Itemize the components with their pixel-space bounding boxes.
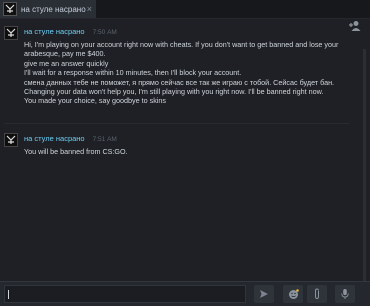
add-friend-icon[interactable] <box>348 20 362 32</box>
message-line: You will be banned from CS:GO. <box>24 147 128 156</box>
message-lines: Hi, I'm playing on your account right no… <box>24 40 338 106</box>
tab-avatar <box>3 2 17 16</box>
sender-label[interactable]: на стуле насрано <box>24 27 85 36</box>
attach-button[interactable] <box>307 285 327 303</box>
message-divider <box>4 123 349 124</box>
tab-title: на стуле насрано <box>21 4 86 14</box>
chat-history: на стуле насрано 7:50 AM Hi, I'm playing … <box>0 19 370 294</box>
chat-input-bar <box>0 281 370 306</box>
message-line: Changing your data won't help you, I'm s… <box>24 87 324 97</box>
paperclip-icon <box>315 288 319 300</box>
message-line: Hi, I'm playing on your account right no… <box>24 40 339 49</box>
message-lines: You will be banned from CS:GO. <box>24 147 128 156</box>
message-line: I'll wait for a response within 10 minut… <box>24 68 242 78</box>
voice-button[interactable] <box>335 285 355 303</box>
text-caret <box>8 290 9 299</box>
scrollbar[interactable] <box>363 49 366 294</box>
message-time: 7:51 AM <box>92 136 117 143</box>
chat-tab[interactable]: на стуле насрано × <box>0 0 96 18</box>
send-button[interactable] <box>254 285 274 303</box>
message-input[interactable] <box>4 285 246 303</box>
avatar[interactable] <box>4 26 18 40</box>
sender-name[interactable]: на стуле насрано 7:50 AM <box>24 27 117 36</box>
sender-label[interactable]: на стуле насрано <box>24 134 85 143</box>
emoji-icon <box>288 288 299 299</box>
message-line: You made your choice, say goodbye to ski… <box>24 96 166 106</box>
microphone-icon <box>341 289 349 299</box>
message-line: give me an answer quickly <box>24 58 109 68</box>
message-line: arabesque, pay me $400. <box>24 49 106 59</box>
title-bar: на стуле насрано × <box>0 0 370 19</box>
send-icon <box>260 290 268 298</box>
message-line: смена данных тебе не поможет, я прямо се… <box>24 77 335 87</box>
avatar[interactable] <box>4 133 18 147</box>
emoji-button[interactable] <box>283 285 303 303</box>
sender-name[interactable]: на стуле насрано 7:51 AM <box>24 134 117 143</box>
close-tab-icon[interactable]: × <box>87 3 92 15</box>
message-time: 7:50 AM <box>92 29 117 36</box>
